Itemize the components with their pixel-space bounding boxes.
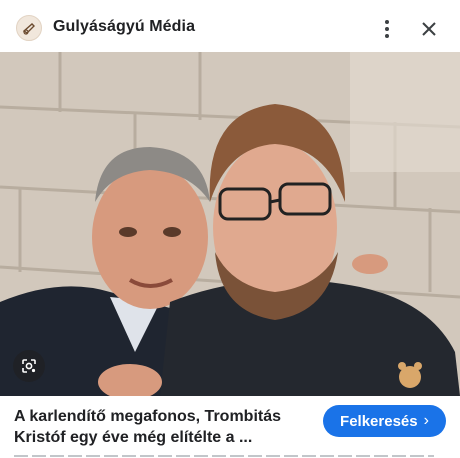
site-logo-icon bbox=[16, 15, 42, 41]
more-vert-icon[interactable] bbox=[372, 14, 402, 44]
google-lens-icon[interactable] bbox=[13, 350, 45, 382]
truncated-description bbox=[14, 453, 434, 458]
visit-button[interactable]: Felkeresés › bbox=[323, 405, 446, 437]
close-icon[interactable] bbox=[414, 14, 444, 44]
result-image[interactable] bbox=[0, 52, 460, 396]
visit-button-label: Felkeresés bbox=[340, 412, 418, 430]
chevron-right-icon: › bbox=[423, 412, 429, 429]
top-bar: Gulyáságyú Média bbox=[0, 0, 460, 56]
result-title[interactable]: A karlendítő megafonos, Trombitás Kristó… bbox=[14, 406, 314, 448]
site-title[interactable]: Gulyáságyú Média bbox=[53, 18, 195, 36]
